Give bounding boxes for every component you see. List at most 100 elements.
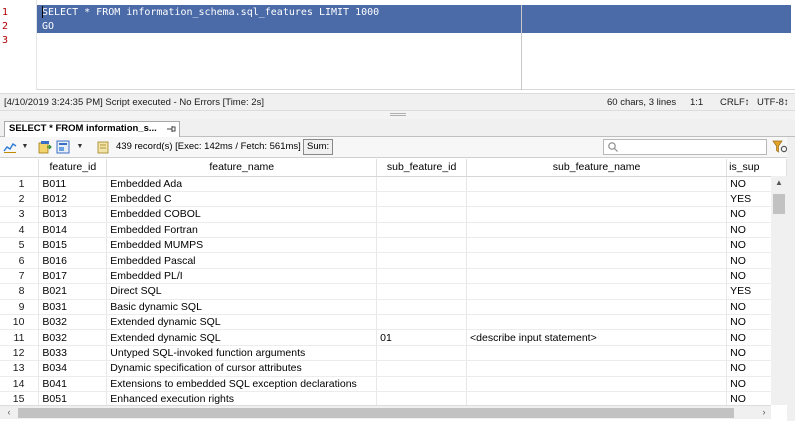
- cell-sub-feature-name[interactable]: [466, 283, 728, 300]
- cell-sub-feature-name[interactable]: [466, 268, 728, 285]
- horizontal-scroll-thumb[interactable]: [18, 408, 734, 418]
- chart-icon[interactable]: [3, 140, 17, 154]
- line-ending-selector[interactable]: CRLF↕: [720, 97, 750, 108]
- cell-feature-name[interactable]: Embedded MUMPS: [106, 237, 378, 254]
- scroll-left-icon[interactable]: ‹: [2, 406, 16, 420]
- cell-feature-id[interactable]: B012: [38, 191, 108, 208]
- cell-feature-name[interactable]: Embedded Pascal: [106, 252, 378, 269]
- cell-sub-feature-id[interactable]: [376, 268, 468, 285]
- cell-sub-feature-name[interactable]: [466, 176, 728, 192]
- table-row[interactable]: 1 B011 Embedded Ada NO: [0, 176, 787, 192]
- column-header-feature-name[interactable]: feature_name: [106, 159, 378, 177]
- cell-feature-name[interactable]: Dynamic specification of cursor attribut…: [106, 360, 378, 377]
- cell-feature-id[interactable]: B031: [38, 299, 108, 316]
- splitter-grip[interactable]: [390, 113, 406, 116]
- cell-feature-id[interactable]: B017: [38, 268, 108, 285]
- cell-feature-id[interactable]: B034: [38, 360, 108, 377]
- cell-feature-id[interactable]: B016: [38, 252, 108, 269]
- table-row[interactable]: 7 B017 Embedded PL/I NO: [0, 268, 787, 285]
- table-row[interactable]: 14 B041 Extensions to embedded SQL excepti…: [0, 376, 787, 392]
- scroll-right-icon[interactable]: ›: [757, 406, 771, 420]
- cell-feature-name[interactable]: Untyped SQL-invoked function arguments: [106, 345, 378, 362]
- cell-sub-feature-id[interactable]: [376, 191, 468, 208]
- scroll-up-icon[interactable]: ▲: [771, 176, 787, 190]
- cell-feature-name[interactable]: Embedded COBOL: [106, 206, 378, 223]
- cell-sub-feature-name[interactable]: [466, 391, 728, 405]
- cell-feature-name[interactable]: Extended dynamic SQL: [106, 314, 378, 331]
- cell-feature-name[interactable]: Extensions to embedded SQL exception dec…: [106, 376, 378, 392]
- cell-sub-feature-id[interactable]: [376, 314, 468, 331]
- cell-sub-feature-id[interactable]: [376, 206, 468, 223]
- cell-feature-id[interactable]: B051: [38, 391, 108, 405]
- cell-feature-name[interactable]: Embedded PL/I: [106, 268, 378, 285]
- cell-sub-feature-name[interactable]: [466, 345, 728, 362]
- column-header-feature-id[interactable]: feature_id: [38, 159, 108, 177]
- column-header-sub-feature-name[interactable]: sub_feature_name: [466, 159, 728, 177]
- table-row[interactable]: 9 B031 Basic dynamic SQL NO: [0, 299, 787, 316]
- cell-sub-feature-id[interactable]: [376, 345, 468, 362]
- cell-sub-feature-name[interactable]: [466, 376, 728, 392]
- table-row[interactable]: 6 B016 Embedded Pascal NO: [0, 252, 787, 269]
- table-row[interactable]: 8 B021 Direct SQL YES: [0, 283, 787, 300]
- cell-feature-id[interactable]: B033: [38, 345, 108, 362]
- table-row[interactable]: 4 B014 Embedded Fortran NO: [0, 222, 787, 239]
- chevron-down-icon[interactable]: ▼: [21, 141, 29, 153]
- cell-feature-name[interactable]: Embedded C: [106, 191, 378, 208]
- table-row[interactable]: 12 B033 Untyped SQL-invoked function argum…: [0, 345, 787, 362]
- column-header-sub-feature-id[interactable]: sub_feature_id: [376, 159, 468, 177]
- table-row[interactable]: 11 B032 Extended dynamic SQL 01 <describe in…: [0, 329, 787, 346]
- cell-feature-id[interactable]: B032: [38, 314, 108, 331]
- cell-feature-name[interactable]: Embedded Ada: [106, 176, 378, 192]
- vertical-scroll-thumb[interactable]: [773, 194, 785, 214]
- cell-sub-feature-name[interactable]: <describe input statement>: [466, 329, 728, 346]
- vertical-scrollbar[interactable]: ▲: [771, 176, 787, 405]
- filter-settings-icon[interactable]: [772, 140, 788, 154]
- cell-sub-feature-name[interactable]: [466, 314, 728, 331]
- table-row[interactable]: 5 B015 Embedded MUMPS NO: [0, 237, 787, 254]
- table-row[interactable]: 15 B051 Enhanced execution rights NO: [0, 391, 787, 405]
- table-row[interactable]: 2 B012 Embedded C YES: [0, 191, 787, 208]
- table-row[interactable]: 10 B032 Extended dynamic SQL NO: [0, 314, 787, 331]
- cell-feature-name[interactable]: Basic dynamic SQL: [106, 299, 378, 316]
- view-mode-icon[interactable]: [56, 140, 70, 154]
- cell-sub-feature-id[interactable]: [376, 299, 468, 316]
- sum-button[interactable]: Sum:: [303, 139, 334, 155]
- cell-sub-feature-id[interactable]: [376, 252, 468, 269]
- cell-sub-feature-id[interactable]: [376, 283, 468, 300]
- cell-sub-feature-name[interactable]: [466, 206, 728, 223]
- cell-sub-feature-id[interactable]: [376, 360, 468, 377]
- cell-sub-feature-id[interactable]: 01: [376, 329, 468, 346]
- cell-sub-feature-name[interactable]: [466, 237, 728, 254]
- cell-feature-id[interactable]: B014: [38, 222, 108, 239]
- cell-sub-feature-name[interactable]: [466, 360, 728, 377]
- cell-sub-feature-id[interactable]: [376, 176, 468, 192]
- code-line[interactable]: SELECT * FROM information_schema.sql_fea…: [42, 6, 379, 19]
- column-header-is-supported[interactable]: is_sup: [726, 159, 787, 177]
- cell-sub-feature-name[interactable]: [466, 222, 728, 239]
- cell-feature-name[interactable]: Embedded Fortran: [106, 222, 378, 239]
- cell-feature-id[interactable]: B041: [38, 376, 108, 392]
- cell-feature-id[interactable]: B013: [38, 206, 108, 223]
- cell-sub-feature-name[interactable]: [466, 299, 728, 316]
- cell-feature-name[interactable]: Direct SQL: [106, 283, 378, 300]
- cell-sub-feature-id[interactable]: [376, 391, 468, 405]
- cell-sub-feature-id[interactable]: [376, 237, 468, 254]
- export-icon[interactable]: [38, 140, 52, 154]
- cell-sub-feature-id[interactable]: [376, 376, 468, 392]
- cell-feature-name[interactable]: Enhanced execution rights: [106, 391, 378, 405]
- cell-feature-id[interactable]: B015: [38, 237, 108, 254]
- result-grid[interactable]: feature_id feature_name sub_feature_id s…: [0, 159, 787, 405]
- cell-feature-name[interactable]: Extended dynamic SQL: [106, 329, 378, 346]
- cell-sub-feature-id[interactable]: [376, 222, 468, 239]
- sql-editor[interactable]: 1 2 3 SELECT * FROM information_schema.s…: [0, 0, 795, 90]
- cell-sub-feature-name[interactable]: [466, 252, 728, 269]
- cell-feature-id[interactable]: B011: [38, 176, 108, 192]
- table-row[interactable]: 13 B034 Dynamic specification of cursor at…: [0, 360, 787, 377]
- code-line[interactable]: GO: [42, 20, 54, 33]
- refresh-icon[interactable]: [96, 140, 110, 154]
- pin-icon[interactable]: [166, 124, 176, 134]
- tab-result[interactable]: SELECT * FROM information_s...: [4, 121, 180, 137]
- pane-splitter[interactable]: [0, 111, 795, 119]
- table-row[interactable]: 3 B013 Embedded COBOL NO: [0, 206, 787, 223]
- cell-sub-feature-name[interactable]: [466, 191, 728, 208]
